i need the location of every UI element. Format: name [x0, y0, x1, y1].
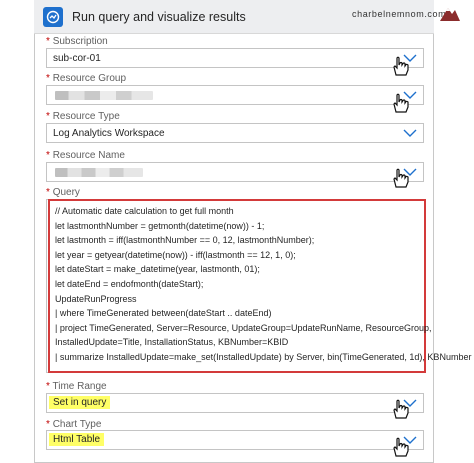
resource-type-value: Log Analytics Workspace — [53, 128, 165, 139]
chart-type-value: Html Table — [49, 433, 105, 446]
mountain-logo-icon — [440, 8, 460, 21]
chart-type-dropdown[interactable]: Html Table — [46, 430, 424, 450]
chevron-down-icon — [403, 129, 417, 137]
resource-group-label: * Resource Group — [46, 73, 127, 84]
query-line: InstalledUpdate=Title, InstallationStatu… — [55, 337, 289, 348]
resource-name-label: * Resource Name — [46, 150, 125, 161]
query-line: | where TimeGenerated between(dateStart … — [55, 308, 272, 319]
query-line: // Automatic date calculation to get ful… — [55, 206, 234, 216]
query-line: let year = getyear(datetime(now)) - iff(… — [55, 249, 296, 260]
query-line: let dateEnd = endofmonth(dateStart); — [55, 279, 204, 289]
resource-name-dropdown[interactable] — [46, 162, 424, 182]
query-line: | project TimeGenerated, Server=Resource… — [55, 322, 432, 333]
card-title: Run query and visualize results — [72, 10, 246, 24]
redacted-value — [55, 168, 143, 177]
subscription-label: * Subscription — [46, 36, 108, 47]
time-range-label: * Time Range — [46, 381, 107, 392]
subscription-dropdown[interactable]: sub-cor-01 — [46, 48, 424, 68]
resource-type-label: * Resource Type — [46, 111, 120, 122]
time-range-value: Set in query — [49, 396, 111, 409]
pointer-hand-icon — [393, 437, 409, 457]
query-label: * Query — [46, 187, 80, 198]
redacted-value — [55, 91, 153, 100]
query-line: | summarize InstalledUpdate=make_set(Ins… — [55, 352, 472, 362]
query-line: let lastmonth = iff(lastmonthNumber == 0… — [55, 235, 315, 246]
query-line: let lastmonthNumber = getmonth(datetime(… — [55, 220, 265, 231]
pointer-hand-icon — [393, 168, 409, 188]
query-line: let dateStart = make_datetime(year, last… — [55, 264, 260, 275]
pointer-hand-icon — [393, 93, 409, 113]
time-range-dropdown[interactable]: Set in query — [46, 393, 424, 413]
resource-type-dropdown[interactable]: Log Analytics Workspace — [46, 123, 424, 143]
query-line: UpdateRunProgress — [55, 293, 137, 304]
azure-monitor-logs-icon — [43, 7, 63, 27]
resource-group-dropdown[interactable] — [46, 85, 424, 105]
pointer-hand-icon — [393, 56, 409, 76]
pointer-hand-icon — [393, 399, 409, 419]
watermark-text: charbelnemnom.com — [352, 9, 447, 19]
chart-type-label: * Chart Type — [46, 419, 102, 430]
subscription-value: sub-cor-01 — [53, 53, 101, 64]
